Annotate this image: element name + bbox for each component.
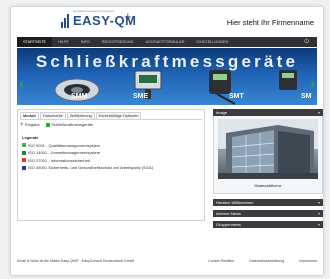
banner: Schließkraftmessgeräte SMM SME SMT SM ‹ … <box>17 48 317 105</box>
product-label[interactable]: SME <box>133 93 148 100</box>
nav-item-info[interactable]: INFO <box>75 37 96 47</box>
section-header[interactable]: Gruppennews ▾ <box>213 221 323 228</box>
nav-item-registrierung[interactable]: REGISTRIERUNG <box>96 37 140 47</box>
image-widget-header[interactable]: Image ▾ <box>213 109 323 116</box>
view-button-label: Schließkraftmessgeräte <box>51 122 94 127</box>
section-gruppennews: Gruppennews ▾ <box>213 221 323 228</box>
building-image <box>218 119 318 179</box>
footer-link-cookie[interactable]: Cookie Richtline <box>208 259 234 263</box>
nav-item-hilfe[interactable]: HILFE <box>52 37 75 47</box>
logo-bars-icon <box>61 14 71 28</box>
product-label[interactable]: SMT <box>229 93 244 100</box>
view-button[interactable]: Schließkraftmessgeräte <box>45 122 94 127</box>
chevron-left-icon[interactable]: ‹ <box>19 75 24 91</box>
plus-icon: + <box>20 121 24 128</box>
footer: Email & Notiz ist die Marke Easy-QM® · E… <box>17 259 317 263</box>
legend-item: ISO 45001 Sicherheits- und Gesundheitssc… <box>22 165 200 170</box>
section-title: Interner News <box>216 211 241 216</box>
legend-item: ISO 14001 - Umweltmanagementsystem <box>22 150 200 155</box>
chevron-down-icon: ▾ <box>317 110 320 115</box>
section-title: Gruppennews <box>216 222 241 227</box>
legend-item-label: ISO 9001 - Qualitätsmanagementsystem <box>28 142 101 148</box>
footer-links: Cookie Richtline Datenschutzerklärung Im… <box>194 259 317 263</box>
legend-list: ISO 9001 - Qualitätsmanagementsystem ISO … <box>18 143 204 170</box>
nav-item-startseite[interactable]: STARTSEITE <box>17 37 53 47</box>
image-widget: Image ▾ Musterplattforme <box>213 109 323 194</box>
main-nav: STARTSEITE HILFE INFO REGISTRIERUNG KONT… <box>17 37 317 47</box>
chevron-down-icon: ▾ <box>317 211 320 216</box>
banner-title: Schließkraftmessgeräte <box>35 52 299 71</box>
tab-kontextfaehige-optionen[interactable]: Kontextfähige Optionen <box>95 112 142 119</box>
footer-link-impressum[interactable]: Impressum <box>299 259 317 263</box>
header: Qualitätsmanagementsystem EASY-QM + Hier… <box>11 7 323 37</box>
image-widget-title: Image <box>216 110 228 115</box>
section-interner-news: Interner News ▾ <box>213 210 323 217</box>
footer-copyright: Email & Notiz ist die Marke Easy-QM® · E… <box>17 259 135 263</box>
toolbar: + Eingabe Schließkraftmessgeräte <box>20 119 202 129</box>
legend-swatch-icon <box>22 165 26 170</box>
tab-zertifizierung[interactable]: Zertifizierung <box>66 112 95 119</box>
tab-module[interactable]: Module <box>20 112 40 119</box>
legend-item-label: ISO 27001 - Informationssicherheit <box>28 157 90 163</box>
tab-dokumente[interactable]: Dokumente <box>40 112 66 119</box>
power-icon[interactable]: ⏻ <box>304 37 309 47</box>
chevron-down-icon: ▾ <box>317 200 320 205</box>
section-herzlich-willkommen: Herzlich Willkommen ▾ <box>213 199 323 206</box>
add-button-label: Eingabe <box>25 122 40 127</box>
square-icon <box>45 122 50 127</box>
add-button[interactable]: + Eingabe <box>20 121 40 128</box>
section-header[interactable]: Interner News ▾ <box>213 210 323 217</box>
product-label[interactable]: SMM <box>71 93 87 100</box>
logo-plus: + <box>124 9 132 24</box>
building-photo <box>218 119 318 179</box>
footer-link-datenschutz[interactable]: Datenschutzerklärung <box>249 259 284 263</box>
section-title: Herzlich Willkommen <box>216 200 254 205</box>
product-label[interactable]: SM <box>301 93 312 100</box>
image-box: Musterplattforme <box>213 116 323 194</box>
legend-swatch-icon <box>22 158 26 162</box>
module-panel: Module Dokumente Zertifizierung Kontextf… <box>17 109 205 221</box>
tab-bar: Module Dokumente Zertifizierung Kontextf… <box>18 110 204 119</box>
chevron-right-icon[interactable]: › <box>310 75 315 91</box>
nav-item-kontaktformular[interactable]: KONTAKTFORMULAR <box>140 37 191 47</box>
section-header[interactable]: Herzlich Willkommen ▾ <box>213 199 323 206</box>
logo[interactable]: Qualitätsmanagementsystem EASY-QM + <box>61 9 136 33</box>
firm-name: Hier steht Ihr Firmenname <box>226 18 314 27</box>
legend-item-label: ISO 14001 - Umweltmanagementsystem <box>28 150 101 155</box>
legend-swatch-icon <box>22 143 26 147</box>
legend-swatch-icon <box>22 150 26 155</box>
page: Qualitätsmanagementsystem EASY-QM + Hier… <box>10 6 324 276</box>
legend-item-label: ISO 45001 Sicherheits- und Gesundheitssc… <box>28 165 153 170</box>
image-caption: Musterplattforme <box>254 184 282 188</box>
nav-item-einstellungen[interactable]: EINSTELLUNGEN <box>191 37 235 47</box>
legend-title: Legende <box>22 135 39 140</box>
chevron-down-icon: ▾ <box>317 222 320 227</box>
legend-item: ISO 27001 - Informationssicherheit <box>22 158 200 163</box>
legend-item: ISO 9001 - Qualitätsmanagementsystem <box>22 143 200 148</box>
